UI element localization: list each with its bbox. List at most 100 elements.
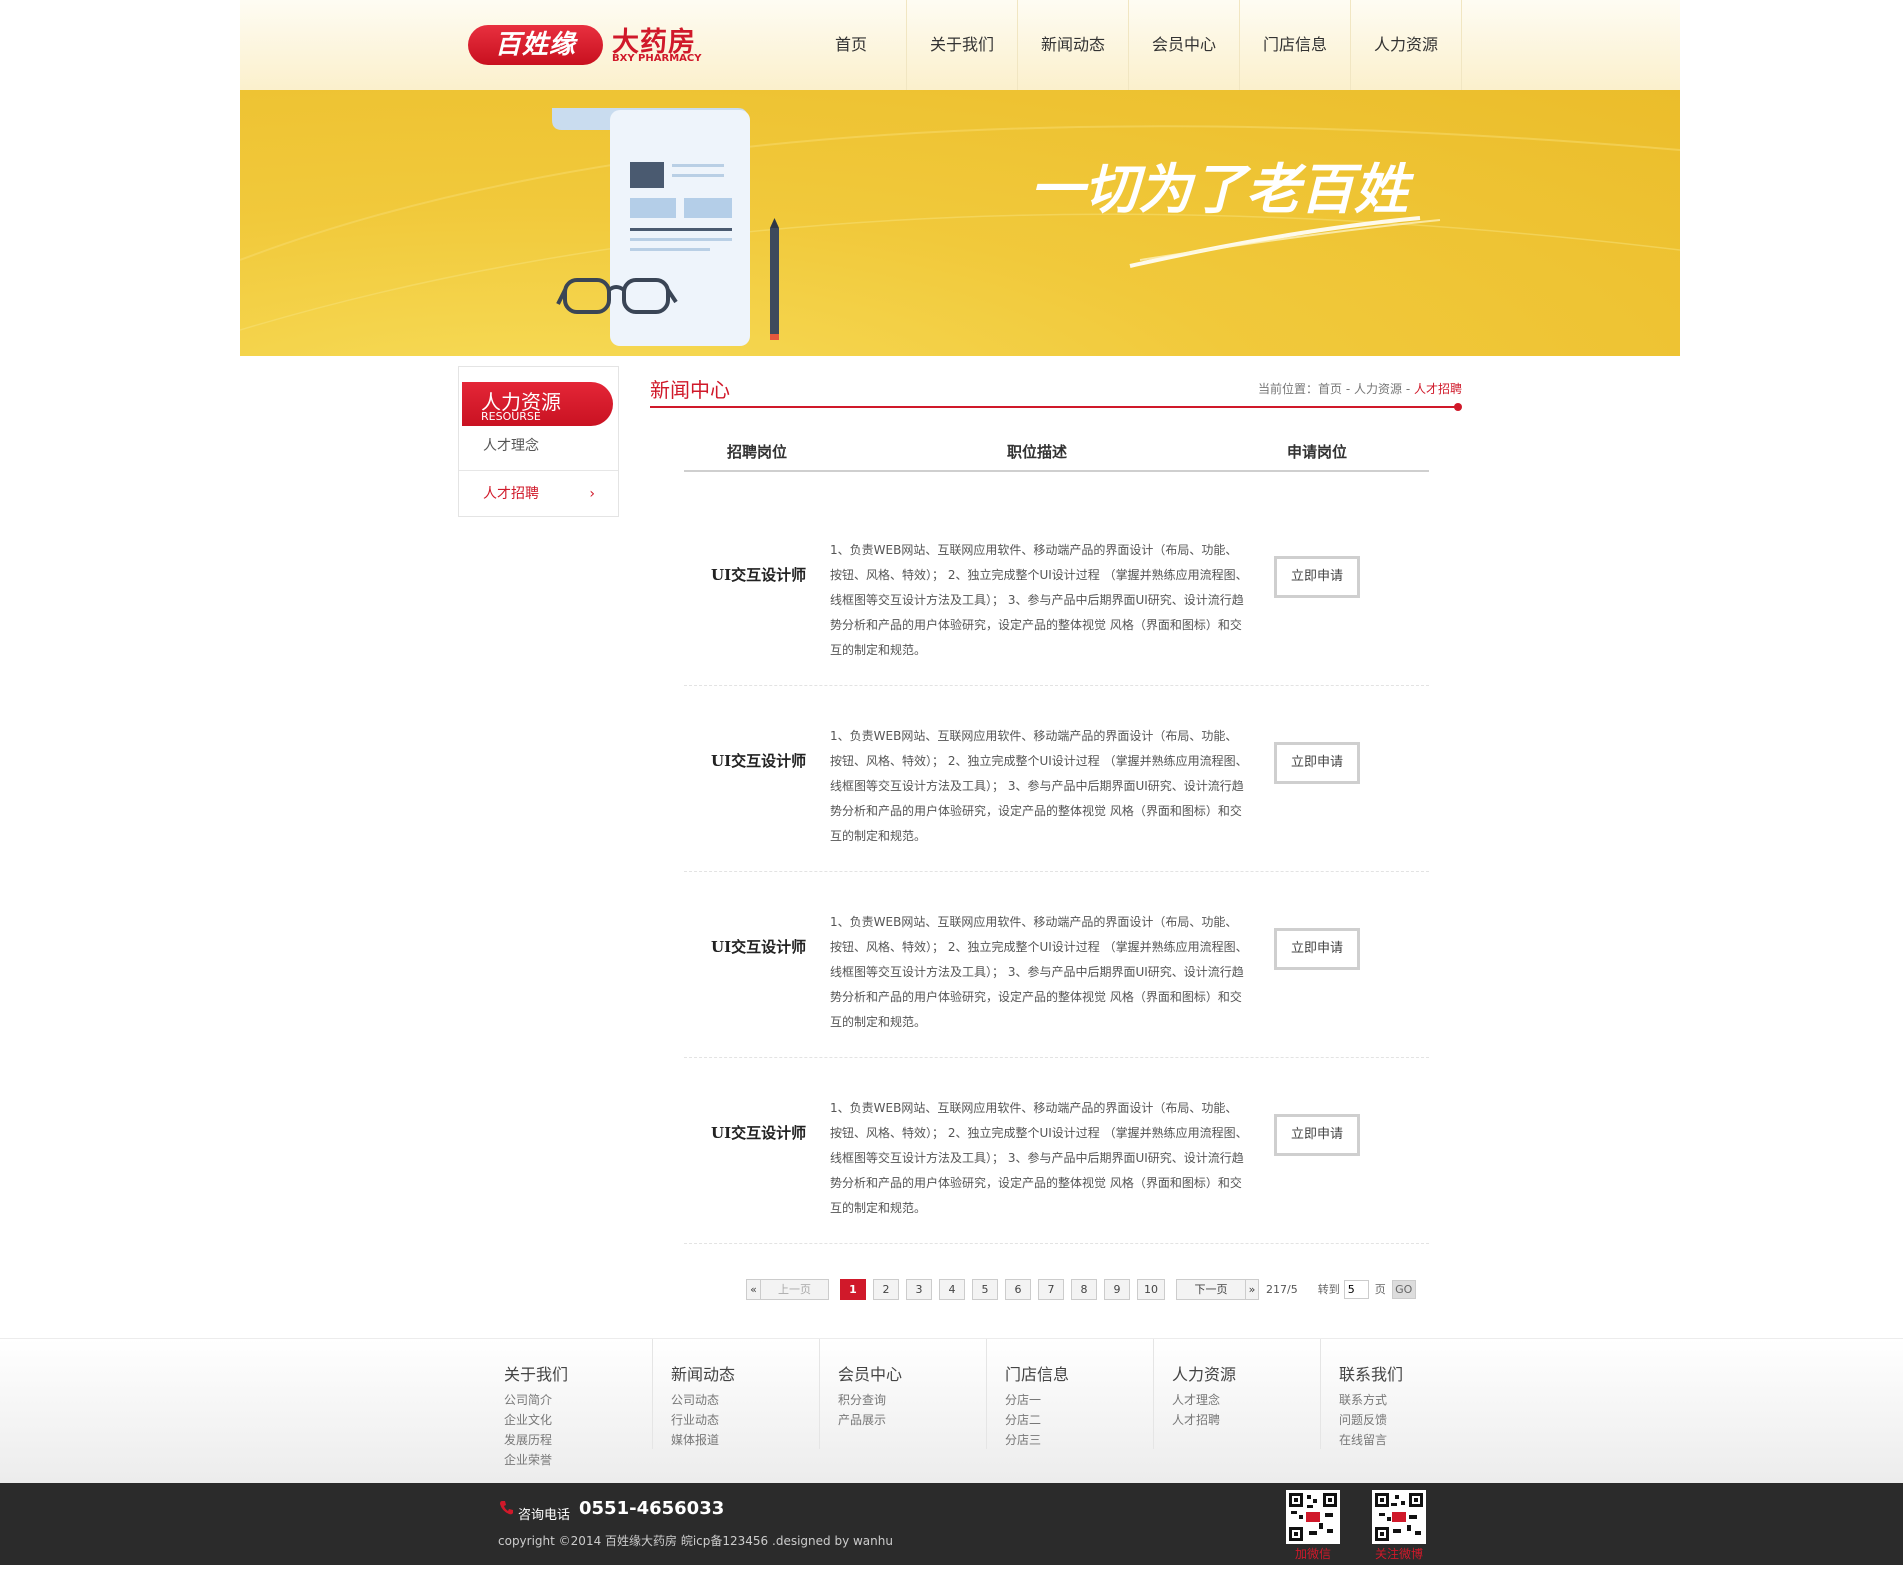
prev-page-button[interactable]: 上一页 [760,1278,829,1300]
copyright-text: copyright ©2014 百姓缘大药房 皖icp备123456 .desi… [498,1534,893,1548]
wechat-label[interactable]: 加微信 [1286,1545,1340,1562]
footer-link[interactable]: 发展历程 [504,1431,552,1448]
footer-col-news: 新闻动态 公司动态 行业动态 媒体报道 [653,1339,820,1449]
page-button[interactable]: 9 [1104,1278,1130,1300]
footer-link[interactable]: 问题反馈 [1339,1411,1387,1428]
apply-button[interactable]: 立即申请 [1274,556,1360,598]
footer-link[interactable]: 产品展示 [838,1411,886,1428]
apply-button[interactable]: 立即申请 [1274,928,1360,970]
chevron-right-icon: › [589,486,595,502]
sidebar-subtitle: RESOURSE [481,410,541,423]
breadcrumb-prefix[interactable]: 当前位置：首页 - 人力资源 - [1258,382,1410,396]
nav-hr[interactable]: 人力资源 [1351,0,1462,90]
page-button[interactable]: 4 [939,1278,965,1300]
goto-page-input[interactable] [1343,1279,1369,1299]
footer-link[interactable]: 企业文化 [504,1411,552,1428]
banner-illustration: 一切为了老百姓 [240,108,1680,346]
logo-mark: 百姓缘 [468,25,603,65]
footer-link[interactable]: 在线留言 [1339,1431,1387,1448]
nav-about[interactable]: 关于我们 [907,0,1018,90]
footer-col-hr: 人力资源 人才理念 人才招聘 [1154,1339,1321,1449]
job-description: 1、负责WEB网站、互联网应用软件、移动端产品的界面设计（布局、功能、按钮、风格… [830,543,1248,657]
title-underline [650,406,1460,408]
footer-link[interactable]: 公司动态 [671,1391,719,1408]
job-description: 1、负责WEB网站、互联网应用软件、移动端产品的界面设计（布局、功能、按钮、风格… [830,1101,1248,1215]
footer-link[interactable]: 人才招聘 [1172,1411,1220,1428]
job-title: UI交互设计师 [711,938,807,956]
footer-link[interactable]: 人才理念 [1172,1391,1220,1408]
phone-icon [500,1501,513,1515]
first-page-button[interactable]: « [746,1278,760,1300]
apply-button[interactable]: 立即申请 [1274,742,1360,784]
last-page-button[interactable]: » [1245,1278,1259,1300]
site-logo[interactable]: 百姓缘 大药房 BXY PHARMACY [468,23,708,68]
page-button[interactable]: 3 [906,1278,932,1300]
footer-col-member: 会员中心 积分查询 产品展示 [820,1339,987,1449]
pencil-icon [770,218,779,340]
col-description: 职位描述 [1007,443,1068,461]
page-unit-label: 页 [1374,1283,1386,1296]
footer-col-head[interactable]: 门店信息 [1005,1361,1069,1385]
nav-stores[interactable]: 门店信息 [1240,0,1351,90]
next-page-button[interactable]: 下一页 [1176,1278,1245,1300]
job-row: UI交互设计师 1、负责WEB网站、互联网应用软件、移动端产品的界面设计（布局、… [684,1058,1429,1244]
qr-code-icon [1375,1493,1423,1541]
footer-link[interactable]: 行业动态 [671,1411,719,1428]
apply-button[interactable]: 立即申请 [1274,1114,1360,1156]
page-button[interactable]: 10 [1137,1278,1165,1300]
footer-col-head[interactable]: 新闻动态 [671,1361,735,1385]
nav-home[interactable]: 首页 [796,0,907,90]
footer-bottom: 咨询电话 0551-4656033 copyright ©2014 百姓缘大药房… [0,1483,1903,1565]
footer-col-stores: 门店信息 分店一 分店二 分店三 [987,1339,1154,1449]
main-nav: 首页 关于我们 新闻动态 会员中心 门店信息 人力资源 [796,0,1462,90]
sidebar-title: 人力资源 RESOURSE [462,382,613,426]
job-row: UI交互设计师 1、负责WEB网站、互联网应用软件、移动端产品的界面设计（布局、… [684,686,1429,872]
sidebar-item-recruitment[interactable]: 人才招聘 › [469,471,609,517]
site-header: 百姓缘 大药房 BXY PHARMACY 首页 关于我们 新闻动态 会员中心 门… [240,0,1680,90]
nav-news[interactable]: 新闻动态 [1018,0,1129,90]
weibo-qr-code [1372,1490,1426,1544]
phone-label: 咨询电话 [518,1508,571,1523]
jobs-table-header: 招聘岗位 职位描述 申请岗位 [684,435,1429,472]
footer-col-head[interactable]: 关于我们 [504,1361,568,1385]
job-row: UI交互设计师 1、负责WEB网站、互联网应用软件、移动端产品的界面设计（布局、… [684,500,1429,686]
sidebar-item-talent-philosophy[interactable]: 人才理念 [469,423,609,469]
page-button[interactable]: 2 [873,1278,899,1300]
footer-col-head[interactable]: 人力资源 [1172,1361,1236,1385]
footer-links: 关于我们 公司简介 企业文化 发展历程 企业荣誉 新闻动态 公司动态 行业动态 … [0,1338,1903,1483]
footer-link[interactable]: 公司简介 [504,1391,552,1408]
nav-member[interactable]: 会员中心 [1129,0,1240,90]
footer-link[interactable]: 积分查询 [838,1391,886,1408]
page-button[interactable]: 7 [1038,1278,1064,1300]
page-title: 新闻中心 [650,378,730,402]
footer-link[interactable]: 分店三 [1005,1431,1041,1448]
hero-banner: 一切为了老百姓 [240,90,1680,356]
footer-link[interactable]: 媒体报道 [671,1431,719,1448]
page-count: 217/5 [1266,1282,1298,1296]
sidebar: 人力资源 RESOURSE 人才理念 人才招聘 › [458,366,619,517]
footer-link[interactable]: 分店二 [1005,1411,1041,1428]
footer-link[interactable]: 分店一 [1005,1391,1041,1408]
breadcrumb-current: 人才招聘 [1413,382,1462,396]
footer-link[interactable]: 联系方式 [1339,1391,1387,1408]
page-button[interactable]: 5 [972,1278,998,1300]
job-title: UI交互设计师 [711,752,807,770]
weibo-label[interactable]: 关注微博 [1372,1545,1426,1562]
page-button[interactable]: 1 [840,1278,866,1300]
job-title: UI交互设计师 [711,566,807,584]
page-button[interactable]: 6 [1005,1278,1031,1300]
job-row: UI交互设计师 1、负责WEB网站、互联网应用软件、移动端产品的界面设计（布局、… [684,872,1429,1058]
wechat-qr-code [1286,1490,1340,1544]
goto-label: 转到 [1317,1283,1340,1296]
footer-col-head[interactable]: 会员中心 [838,1361,902,1385]
logo-en: BXY PHARMACY [612,53,702,64]
phone-number: 0551-4656033 [579,1498,725,1519]
footer-col-head[interactable]: 联系我们 [1339,1361,1403,1385]
go-button[interactable]: GO [1391,1279,1416,1299]
qr-code-icon [1289,1493,1337,1541]
footer-col-about: 关于我们 公司简介 企业文化 发展历程 企业荣誉 [486,1339,653,1467]
banner-slogan: 一切为了老百姓 [1030,157,1415,221]
footer-link[interactable]: 企业荣誉 [504,1451,552,1468]
page-button[interactable]: 8 [1071,1278,1097,1300]
pagination: « 上一页 1 2 3 4 5 6 7 8 9 10 下一页 » 217/5 转… [746,1278,1416,1300]
